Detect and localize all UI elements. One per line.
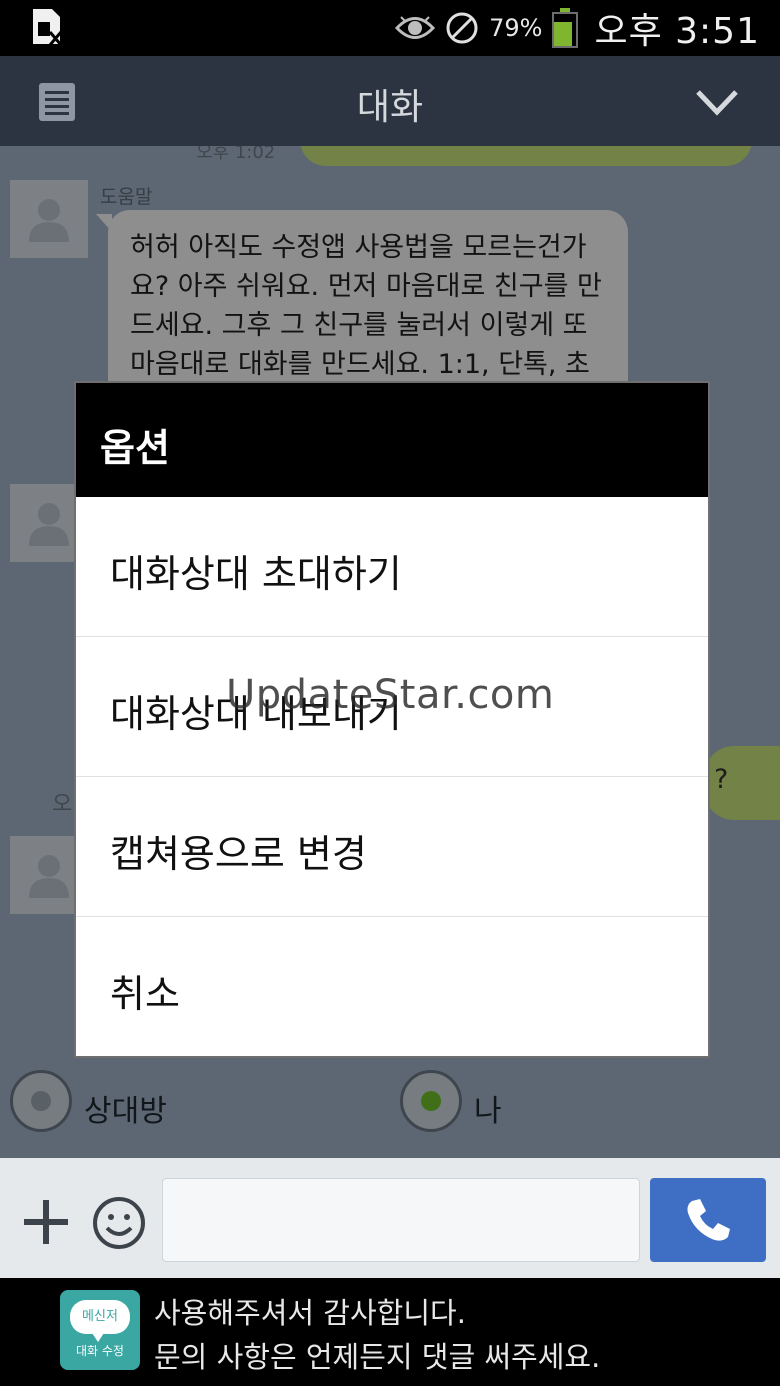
battery-percent: 79% xyxy=(489,14,543,42)
logo-text: 메신저 xyxy=(70,1300,130,1342)
battery-icon xyxy=(552,8,579,48)
app-logo: 메신저 대화 수정 xyxy=(60,1290,140,1370)
cancel-option[interactable]: 취소 xyxy=(76,917,708,1057)
call-button[interactable] xyxy=(650,1178,766,1262)
options-dialog: 옵션 대화상대 초대하기 대화상대 내보내기 캡쳐용으로 변경 취소 xyxy=(74,381,710,1058)
clock: 오후 3:51 xyxy=(594,11,760,52)
invite-participant-option[interactable]: 대화상대 초대하기 xyxy=(76,497,708,637)
phone-icon xyxy=(687,1199,730,1241)
title-bar: 대화 xyxy=(0,56,780,146)
sim-card-icon xyxy=(33,9,62,46)
ad-line-1: 사용해주셔서 감사합니다. xyxy=(154,1296,466,1330)
status-bar: 79% 오후 3:51 xyxy=(0,0,780,56)
ad-line-2: 문의 사항은 언제든지 댓글 써주세요. xyxy=(154,1340,601,1374)
do-not-disturb-icon xyxy=(446,12,478,44)
dialog-title: 옵션 xyxy=(76,383,708,497)
page-title: 대화 xyxy=(356,87,424,128)
ad-banner[interactable]: 메신저 대화 수정 사용해주셔서 감사합니다. 문의 사항은 언제든지 댓글 써… xyxy=(0,1278,780,1386)
input-bar xyxy=(0,1158,780,1278)
emoticon-icon[interactable] xyxy=(92,1196,146,1250)
logo-subtext: 대화 수정 xyxy=(76,1344,124,1358)
plus-icon[interactable] xyxy=(22,1198,70,1246)
capture-mode-option[interactable]: 캡쳐용으로 변경 xyxy=(76,777,708,917)
message-input[interactable] xyxy=(162,1178,640,1262)
watermark: UpdateStar.com xyxy=(226,672,555,718)
chevron-down-icon[interactable] xyxy=(694,84,740,120)
eye-icon xyxy=(395,16,436,39)
